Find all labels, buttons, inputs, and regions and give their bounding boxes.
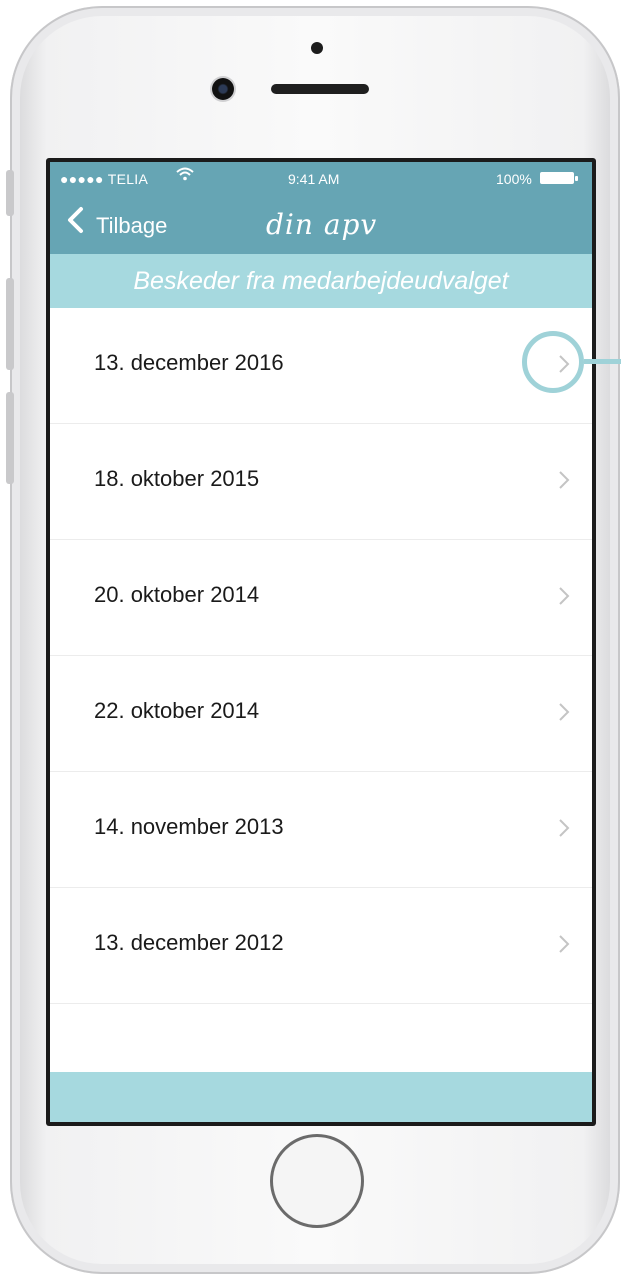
back-chevron-icon[interactable] <box>66 206 84 241</box>
list-item[interactable]: 20. oktober 2014 <box>50 540 592 656</box>
battery-icon <box>540 172 574 184</box>
section-header: Beskeder fra medarbejdeudvalget <box>50 254 592 308</box>
home-button[interactable] <box>270 1134 364 1228</box>
battery-tip <box>575 176 578 181</box>
mute-switch <box>6 170 14 216</box>
battery-percent: 100% <box>496 171 532 187</box>
list-item[interactable]: 13. december 2012 <box>50 888 592 1004</box>
list-item-label: 22. oktober 2014 <box>94 698 260 723</box>
volume-down-button <box>6 392 14 484</box>
footer-bar <box>50 1072 592 1122</box>
volume-up-button <box>6 278 14 370</box>
list-item-label: 13. december 2012 <box>94 930 284 955</box>
wifi-icon <box>176 167 194 185</box>
message-list: 13. december 2016 18. oktober 2015 20. o… <box>50 308 592 1004</box>
list-item-label: 18. oktober 2015 <box>94 466 260 491</box>
callout-line <box>584 359 621 364</box>
list-item[interactable]: 13. december 2016 <box>50 308 592 424</box>
carrier-label: ●●●●● TELIA <box>60 171 149 187</box>
chevron-right-icon <box>558 470 570 496</box>
tap-highlight-circle <box>522 331 584 393</box>
front-camera-icon <box>212 78 234 100</box>
chevron-right-icon <box>558 586 570 612</box>
list-item[interactable]: 22. oktober 2014 <box>50 656 592 772</box>
proximity-sensor <box>311 42 323 54</box>
chevron-right-icon <box>558 702 570 728</box>
list-item[interactable]: 18. oktober 2015 <box>50 424 592 540</box>
chevron-right-icon <box>558 934 570 960</box>
earpiece-speaker <box>271 84 369 94</box>
status-bar: ●●●●● TELIA 9:41 AM 100% <box>50 162 592 192</box>
chevron-right-icon <box>558 818 570 844</box>
navigation-bar: Tilbage din apv <box>50 192 592 254</box>
list-item-label: 20. oktober 2014 <box>94 582 260 607</box>
back-button[interactable]: Tilbage <box>96 213 167 239</box>
app-screen: ●●●●● TELIA 9:41 AM 100% Tilbage din apv… <box>50 162 592 1122</box>
clock: 9:41 AM <box>288 171 340 187</box>
app-title: din apv <box>266 208 378 241</box>
list-item[interactable]: 14. november 2013 <box>50 772 592 888</box>
list-item-label: 13. december 2016 <box>94 350 284 375</box>
list-item-label: 14. november 2013 <box>94 814 284 839</box>
